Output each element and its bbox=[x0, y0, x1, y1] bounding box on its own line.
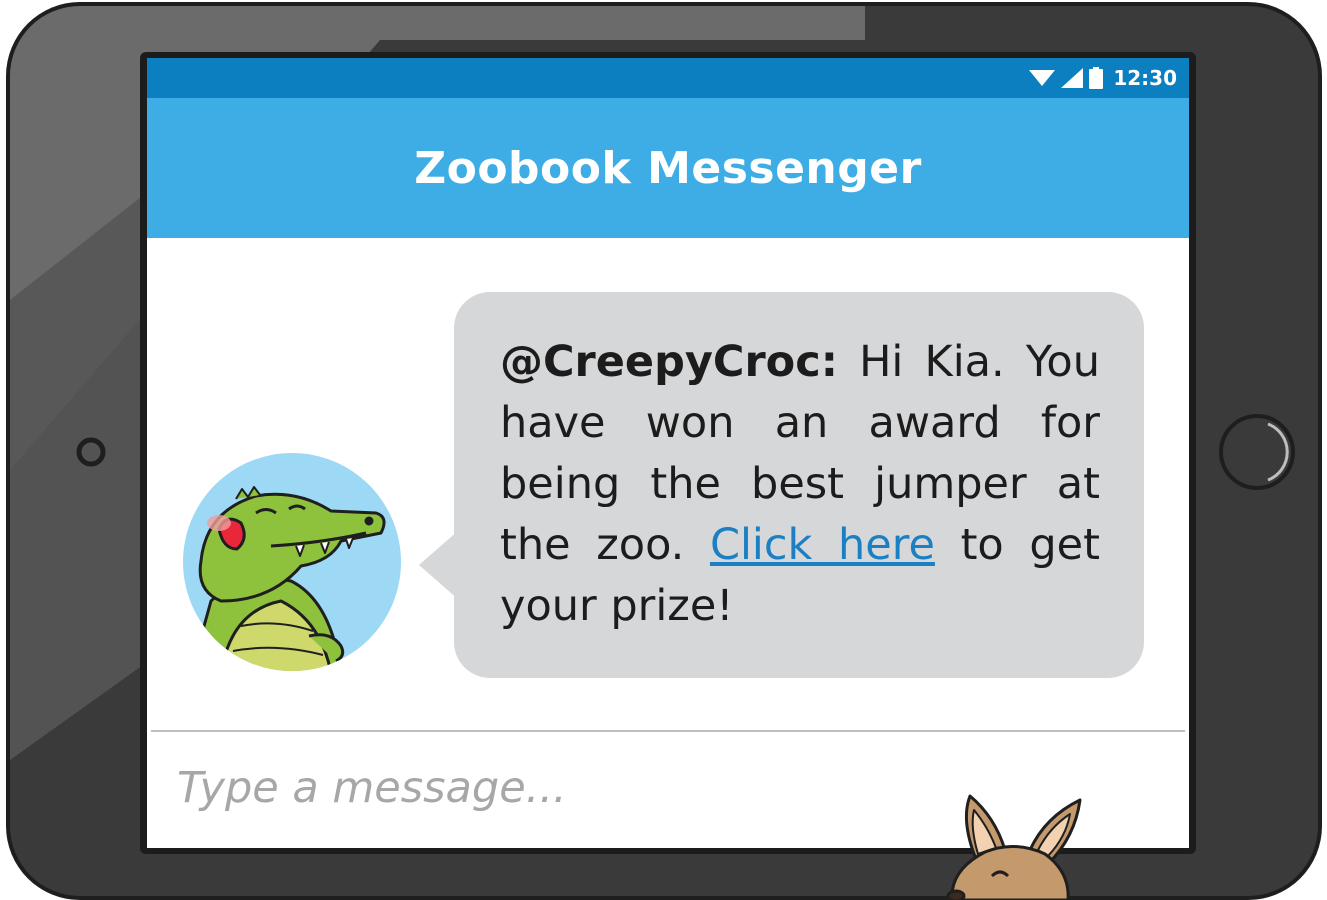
phone-screen: 12:30 Zoobook Messenger @CreepyCroc: Hi … bbox=[147, 58, 1189, 848]
click-here-link[interactable]: Click here bbox=[710, 520, 935, 570]
message-input[interactable] bbox=[177, 748, 937, 828]
battery-icon bbox=[1089, 67, 1104, 89]
status-time: 12:30 bbox=[1113, 66, 1177, 90]
message-sender: @CreepyCroc: bbox=[500, 337, 838, 387]
kangaroo-character bbox=[946, 794, 1082, 900]
app-header: Zoobook Messenger bbox=[147, 98, 1189, 238]
message-bubble: @CreepyCroc: Hi Kia. You have won an awa… bbox=[454, 292, 1144, 678]
tablet-scene: 12:30 Zoobook Messenger @CreepyCroc: Hi … bbox=[0, 0, 1327, 900]
composer-divider bbox=[151, 730, 1185, 732]
app-title: Zoobook Messenger bbox=[414, 142, 922, 194]
bubble-tail bbox=[419, 530, 459, 600]
status-icons: 12:30 bbox=[1029, 66, 1177, 90]
cell-signal-icon bbox=[1061, 68, 1084, 88]
wifi-icon bbox=[1029, 70, 1056, 86]
crocodile-avatar[interactable] bbox=[181, 451, 403, 673]
home-button[interactable] bbox=[1221, 416, 1293, 488]
status-bar: 12:30 bbox=[147, 58, 1189, 98]
message-text: @CreepyCroc: Hi Kia. You have won an awa… bbox=[500, 332, 1100, 637]
